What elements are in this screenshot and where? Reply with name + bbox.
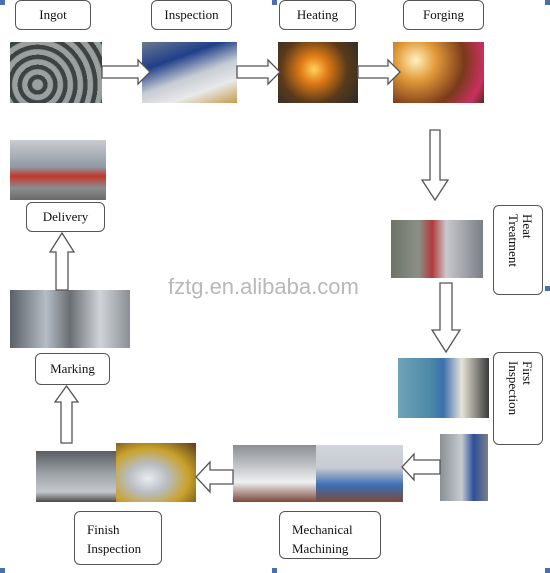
step-first-inspection: First Inspection (493, 352, 543, 445)
watermark: fztg.en.alibaba.com (168, 274, 359, 299)
step-label: Forging (423, 7, 464, 22)
selection-handle[interactable] (545, 568, 550, 573)
step-inspection: Inspection (151, 0, 232, 30)
arrow-right-icon (236, 58, 281, 86)
step-marking: Marking (35, 353, 110, 385)
selection-handle[interactable] (0, 0, 5, 5)
step-label: Ingot (39, 7, 67, 22)
arrow-left-icon (195, 460, 234, 494)
step-label: Marking (50, 361, 95, 376)
step-mechanical-machining: Mechanical Machining (279, 511, 381, 559)
step-label: Finish (87, 522, 120, 537)
step-delivery: Delivery (26, 202, 105, 232)
step-ingot: Ingot (15, 0, 91, 30)
step-label: Heating (296, 7, 339, 22)
selection-handle[interactable] (272, 0, 277, 5)
step-heat-treatment: Heat Treatment (493, 205, 543, 295)
step-label: Inspection (87, 541, 142, 556)
arrow-up-icon (53, 384, 80, 444)
step-forging: Forging (403, 0, 484, 30)
step-label: Heat Treatment (506, 214, 535, 267)
step-heating: Heating (279, 0, 356, 30)
step-label: First Inspection (506, 361, 535, 416)
step-label: Inspection (164, 7, 219, 22)
step-label: Machining (292, 541, 349, 556)
selection-handle[interactable] (545, 286, 550, 291)
process-flow-diagram: Ingot Inspection Heating Forging Heat Tre… (0, 0, 550, 573)
selection-handle[interactable] (0, 568, 5, 573)
arrow-right-icon (357, 58, 401, 86)
step-finish-inspection: Finish Inspection (74, 511, 162, 565)
selection-handle[interactable] (272, 568, 277, 573)
arrow-down-icon (420, 129, 450, 202)
step-label: Mechanical (292, 522, 353, 537)
selection-handle[interactable] (545, 0, 550, 5)
arrow-right-icon (101, 58, 151, 86)
arrow-up-icon (48, 231, 76, 291)
step-label: Delivery (42, 209, 89, 224)
arrow-down-icon (430, 282, 462, 354)
arrow-left-icon (401, 452, 441, 482)
